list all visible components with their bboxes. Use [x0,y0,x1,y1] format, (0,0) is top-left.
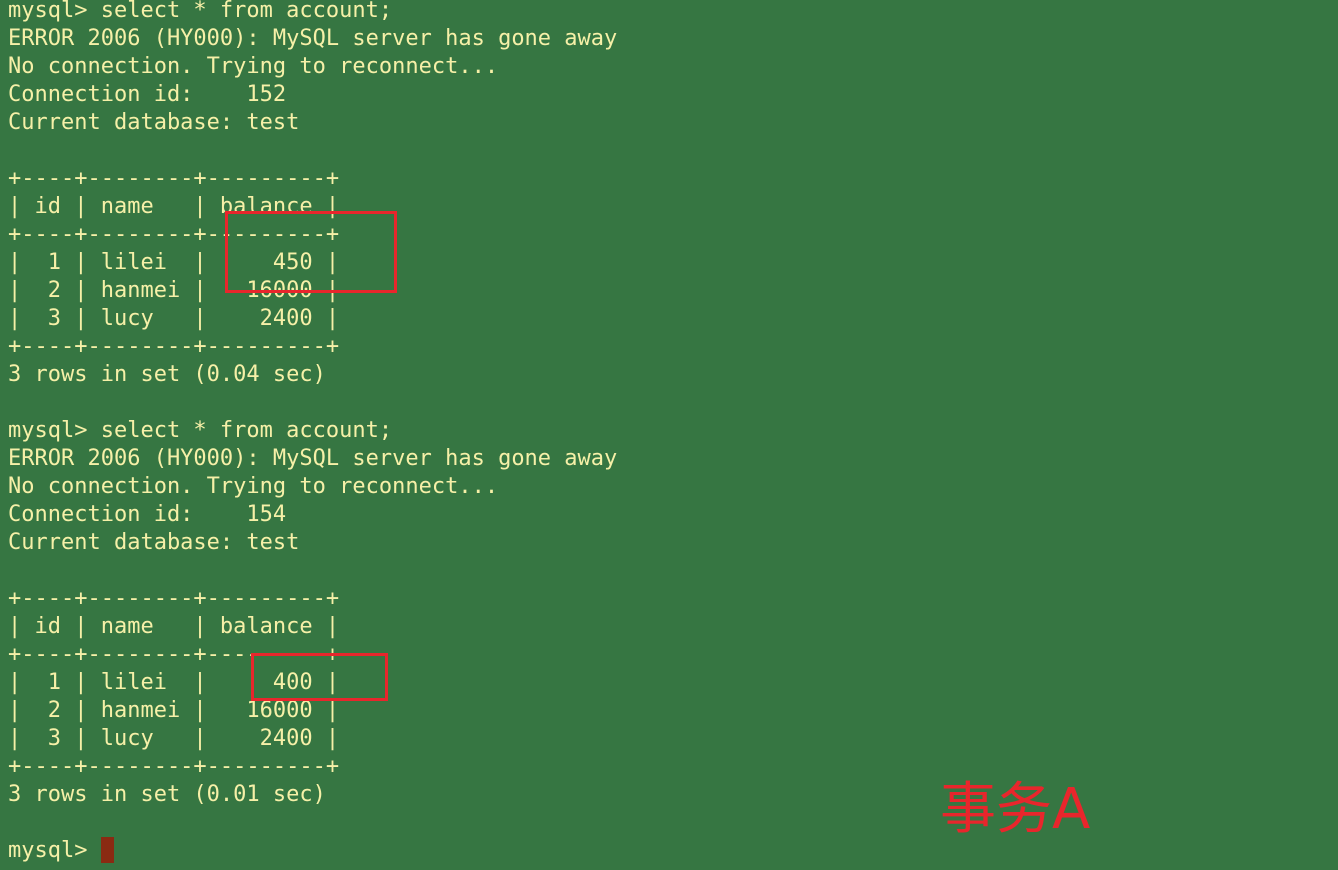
terminal-line: 3 rows in set (0.04 sec) [8,362,326,387]
terminal-line: +----+--------+---------+ [8,166,340,191]
terminal-cursor [100,837,114,863]
terminal-line: +----+--------+---------+ [8,754,340,779]
terminal-window[interactable]: mysql> select * from account; ERROR 2006 … [0,0,1338,870]
terminal-line: ERROR 2006 (HY000): MySQL server has gon… [8,26,618,51]
terminal-line: | id | name | balance | [8,614,340,639]
terminal-line: No connection. Trying to reconnect... [8,474,499,499]
terminal-line: | 3 | lucy | 2400 | [8,726,340,751]
terminal-line: No connection. Trying to reconnect... [8,54,499,79]
terminal-output: mysql> select * from account; ERROR 2006 … [8,0,617,865]
transaction-a-label: 事务A [940,777,1091,842]
highlight-box-balance-450 [225,211,397,293]
highlight-box-balance-400 [251,653,388,701]
terminal-line: +----+--------+---------+ [8,586,340,611]
terminal-line: Connection id: 154 [8,502,287,527]
terminal-prompt-line: mysql> [8,837,617,865]
terminal-line: Connection id: 152 [8,82,287,107]
terminal-line: Current database: test [8,110,300,135]
terminal-line: +----+--------+---------+ [8,334,340,359]
terminal-line: 3 rows in set (0.01 sec) [8,782,326,807]
terminal-line: ERROR 2006 (HY000): MySQL server has gon… [8,446,618,471]
terminal-line: Current database: test [8,530,300,555]
terminal-line: | 3 | lucy | 2400 | [8,306,340,331]
terminal-line: | 2 | hanmei | 16000 | [8,698,340,723]
terminal-line: mysql> select * from account; [8,0,393,23]
terminal-line: mysql> select * from account; [8,418,393,443]
